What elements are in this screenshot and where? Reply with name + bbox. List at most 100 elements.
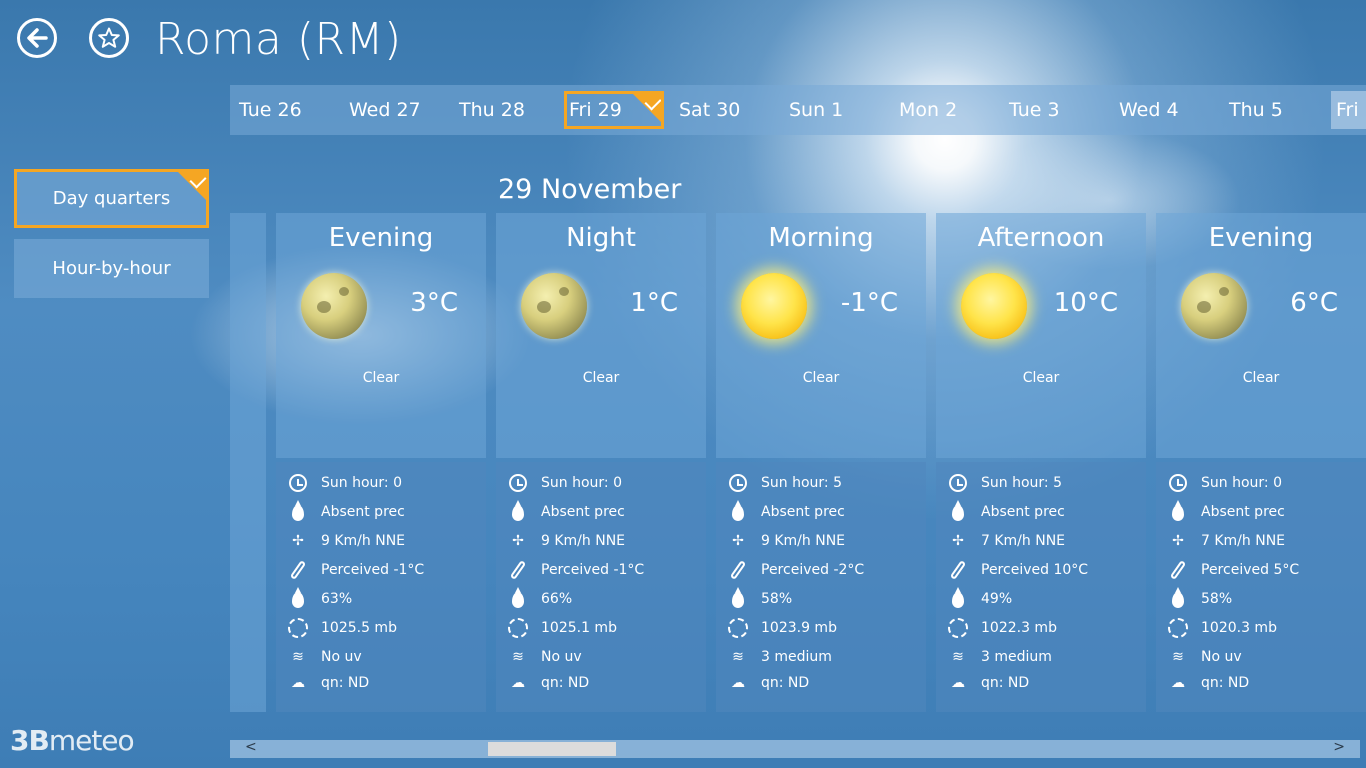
wind-turbine-icon: ✢ <box>1172 532 1184 549</box>
temperature: 1°C <box>630 288 678 318</box>
thermometer-icon <box>288 559 308 580</box>
humidity: 49% <box>981 590 1013 607</box>
pressure: 1023.9 mb <box>761 619 837 636</box>
date-heading: 29 November <box>498 174 682 205</box>
uv-icon: ≋ <box>1172 648 1184 665</box>
temperature: -1°C <box>840 288 898 318</box>
sun-hours: Sun hour: 5 <box>761 474 842 491</box>
day-tab[interactable]: Tue 26 <box>234 91 334 129</box>
quarter-card: Afternoon 10°C Clear Sun hour: 5 Absent … <box>936 213 1146 712</box>
pressure-icon <box>948 617 968 638</box>
drop-icon <box>288 500 308 522</box>
day-tab[interactable]: Sun 1 <box>784 91 884 129</box>
hour-by-hour-label: Hour-by-hour <box>52 258 171 279</box>
temperature: 6°C <box>1290 288 1338 318</box>
sun-hours: Sun hour: 0 <box>541 474 622 491</box>
clock-icon <box>508 473 528 493</box>
uv-index: 3 medium <box>761 648 832 665</box>
favorite-button[interactable] <box>89 18 129 58</box>
pressure: 1025.5 mb <box>321 619 397 636</box>
pressure-icon <box>508 617 528 638</box>
thermometer-icon <box>948 559 968 580</box>
day-tab-selected[interactable]: Fri 29 <box>564 91 664 129</box>
sun-hours: Sun hour: 0 <box>321 474 402 491</box>
period-label: Afternoon <box>977 223 1105 253</box>
humidity-icon <box>948 587 968 609</box>
condition: Clear <box>362 370 400 386</box>
sun-hours: Sun hour: 0 <box>1201 474 1282 491</box>
scroll-left-arrow[interactable]: < <box>245 739 257 755</box>
day-tab[interactable]: Mon 2 <box>894 91 994 129</box>
snow-level: qn: ND <box>1201 675 1250 691</box>
perceived-temp: Perceived -2°C <box>761 561 865 578</box>
top-bar: Roma (RM) <box>0 0 1366 85</box>
day-tab[interactable]: Thu 28 <box>454 91 554 129</box>
wind-turbine-icon: ✢ <box>292 532 304 549</box>
condition: Clear <box>802 370 840 386</box>
card-details: Sun hour: 5 Absent prec ✢ 7 Km/h NNE Perc… <box>936 462 1146 712</box>
page-title: Roma (RM) <box>155 14 402 65</box>
snow-cloud-icon: ☁ <box>951 675 965 691</box>
condition: Clear <box>1022 370 1060 386</box>
horizontal-scrollbar[interactable]: < > <box>230 739 1360 758</box>
scroll-thumb[interactable] <box>488 742 616 756</box>
quarter-card: Night 1°C Clear Sun hour: 0 Absent prec … <box>496 213 706 712</box>
logo-prefix: 3B <box>10 724 50 757</box>
wind-turbine-icon: ✢ <box>732 532 744 549</box>
card-summary: Evening 6°C Clear <box>1156 213 1366 458</box>
snow-cloud-icon: ☁ <box>731 675 745 691</box>
moon-icon <box>521 273 587 339</box>
moon-icon <box>1181 273 1247 339</box>
uv-icon: ≋ <box>952 648 964 665</box>
app-logo: 3Bmeteo <box>10 724 135 757</box>
thermometer-icon <box>728 559 748 580</box>
period-label: Evening <box>328 223 434 253</box>
clock-icon <box>948 473 968 493</box>
day-selector: Tue 26 Wed 27 Thu 28 Fri 29 Sat 30 Sun 1… <box>230 85 1366 135</box>
uv-index: 3 medium <box>981 648 1052 665</box>
day-tab[interactable]: Thu 5 <box>1224 91 1324 129</box>
day-quarters-button[interactable]: Day quarters <box>14 169 209 228</box>
pressure: 1020.3 mb <box>1201 619 1277 636</box>
card-summary: Morning -1°C Clear <box>716 213 926 458</box>
pressure-icon <box>1168 617 1188 638</box>
day-tab[interactable]: Wed 27 <box>344 91 444 129</box>
precipitation: Absent prec <box>321 503 405 520</box>
wind: 9 Km/h NNE <box>321 532 406 549</box>
sun-hours: Sun hour: 5 <box>981 474 1062 491</box>
clock-icon <box>288 473 308 493</box>
pressure: 1025.1 mb <box>541 619 617 636</box>
back-button[interactable] <box>17 18 57 58</box>
period-label: Evening <box>1208 223 1314 253</box>
humidity-icon <box>728 587 748 609</box>
check-icon <box>178 171 207 200</box>
day-tab[interactable]: Fri <box>1331 91 1366 129</box>
day-tab-label: Fri 29 <box>569 99 622 121</box>
humidity-icon <box>288 587 308 609</box>
humidity: 66% <box>541 590 573 607</box>
uv-index: No uv <box>1201 648 1242 665</box>
drop-icon <box>728 500 748 522</box>
humidity: 58% <box>1201 590 1233 607</box>
scroll-right-arrow[interactable]: > <box>1333 739 1345 755</box>
uv-index: No uv <box>321 648 362 665</box>
precipitation: Absent prec <box>1201 503 1285 520</box>
humidity-icon <box>1168 587 1188 609</box>
period-label: Night <box>566 223 636 253</box>
drop-icon <box>948 500 968 522</box>
snow-level: qn: ND <box>321 675 370 691</box>
hour-by-hour-button[interactable]: Hour-by-hour <box>14 239 209 298</box>
clock-icon <box>728 473 748 493</box>
thermometer-icon <box>1168 559 1188 580</box>
day-tab[interactable]: Tue 3 <box>1004 91 1104 129</box>
card-summary: Evening 3°C Clear <box>276 213 486 458</box>
day-tab[interactable]: Sat 30 <box>674 91 774 129</box>
perceived-temp: Perceived -1°C <box>541 561 645 578</box>
condition: Clear <box>582 370 620 386</box>
precipitation: Absent prec <box>761 503 845 520</box>
day-tab[interactable]: Wed 4 <box>1114 91 1214 129</box>
sun-icon <box>961 273 1027 339</box>
star-icon <box>98 27 120 48</box>
uv-index: No uv <box>541 648 582 665</box>
precipitation: Absent prec <box>981 503 1065 520</box>
